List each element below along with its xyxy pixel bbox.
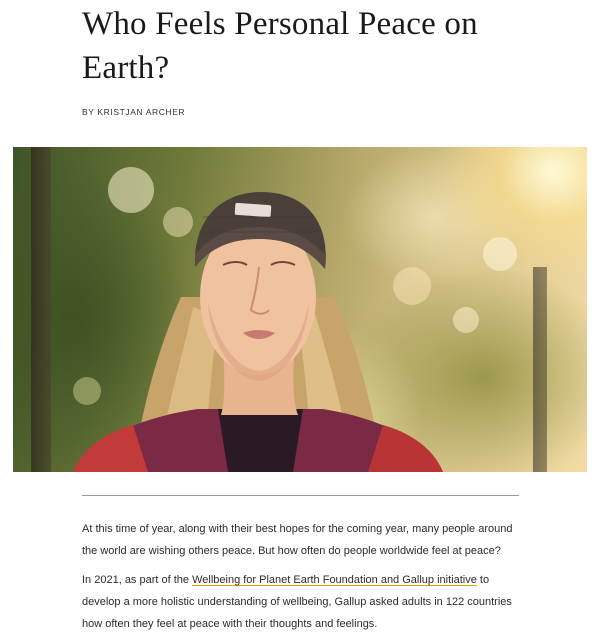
hero-image [13,147,587,472]
content-divider [82,495,519,496]
article-paragraph-1: At this time of year, along with their b… [82,523,513,557]
article-paragraph-2: In 2021, as part of the Wellbeing for Pl… [82,569,522,635]
paragraph-2-text-before: In 2021, as part of the [82,574,193,586]
woman-portrait [73,192,443,472]
wellbeing-initiative-link[interactable]: Wellbeing for Planet Earth Foundation an… [192,574,477,586]
article-byline: BY KRISTJAN ARCHER [82,107,186,117]
article-headline: Who Feels Personal Peace on Earth? [82,6,478,86]
